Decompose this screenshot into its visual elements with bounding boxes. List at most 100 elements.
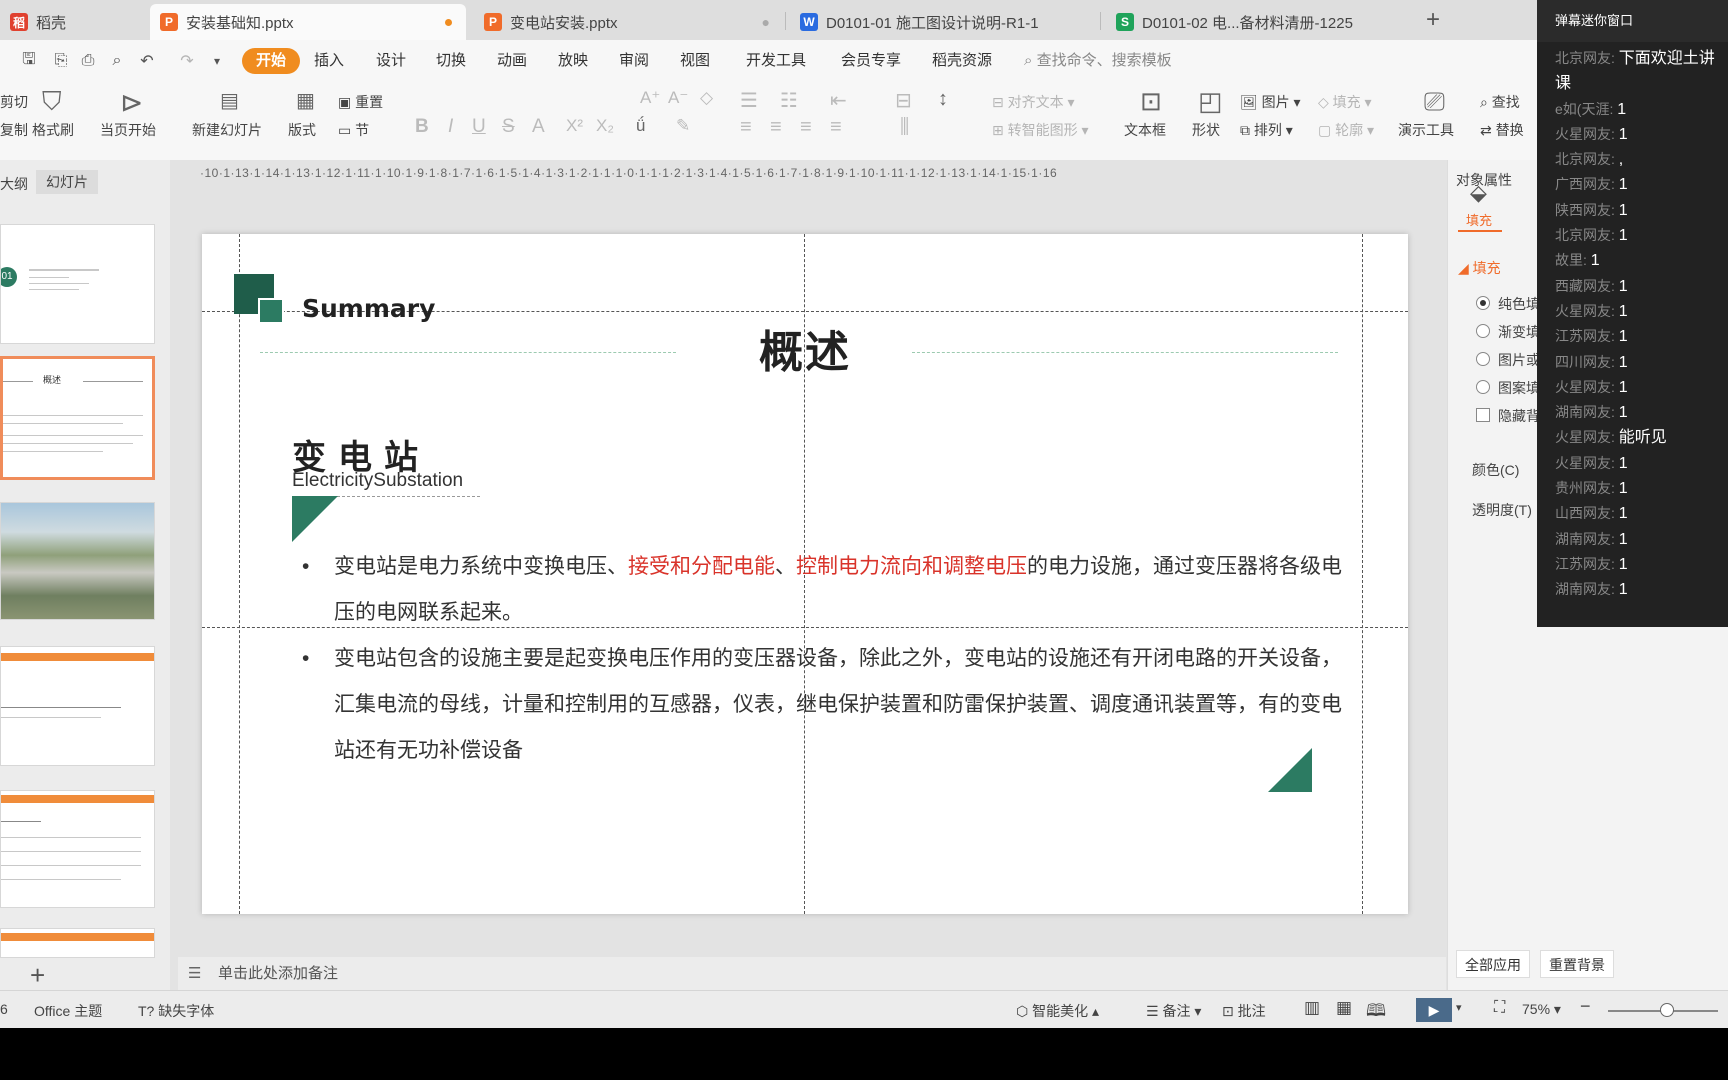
slide-thumbnail-2[interactable]: 概述 bbox=[0, 356, 155, 480]
play-current-icon[interactable]: ⊳ bbox=[120, 86, 143, 119]
columns-icon[interactable]: ⫼ bbox=[900, 116, 909, 139]
format-painter-button[interactable]: 格式刷 bbox=[32, 120, 74, 140]
menu-design[interactable]: 设计 bbox=[376, 48, 406, 74]
new-slide-icon[interactable]: ▤ bbox=[220, 88, 239, 113]
redo-icon[interactable]: ↷ bbox=[176, 50, 198, 72]
tab-close-icon[interactable]: ● bbox=[762, 14, 770, 30]
align-center-icon[interactable]: ≡ bbox=[770, 116, 782, 139]
smart-shape-button[interactable]: ⊞ 转智能图形 ▾ bbox=[992, 120, 1089, 140]
menu-developer[interactable]: 开发工具 bbox=[746, 48, 806, 74]
menu-insert[interactable]: 插入 bbox=[314, 48, 344, 74]
format-painter-icon[interactable]: ⛉ bbox=[42, 86, 62, 118]
presenter-tools-icon[interactable]: ⎚ bbox=[1424, 86, 1445, 118]
slide-title[interactable]: 概述 bbox=[202, 316, 1408, 380]
strikethrough-icon[interactable]: S bbox=[502, 116, 515, 138]
play-dropdown-icon[interactable]: ▾ bbox=[1456, 1001, 1462, 1014]
text-box-icon[interactable]: ⊡ bbox=[1140, 86, 1162, 117]
fill-button[interactable]: ◇ 填充 ▾ bbox=[1318, 92, 1372, 112]
menu-view[interactable]: 视图 bbox=[680, 48, 710, 74]
menu-animations[interactable]: 动画 bbox=[497, 48, 527, 74]
reading-view-icon[interactable]: 🕮 bbox=[1366, 998, 1386, 1027]
menu-transitions[interactable]: 切换 bbox=[436, 48, 466, 74]
tab-design-description[interactable]: W D0101-01 施工图设计说明-R1-1 bbox=[790, 4, 1100, 40]
theme-name[interactable]: Office 主题 bbox=[34, 1001, 102, 1021]
save-as-icon[interactable]: ⎘ bbox=[50, 50, 72, 72]
command-search[interactable]: ⌕ 查找命令、搜索模板 bbox=[1024, 48, 1172, 74]
new-slide-button[interactable]: 新建幻灯片 bbox=[192, 120, 262, 140]
presenter-tools-button[interactable]: 演示工具 bbox=[1398, 120, 1454, 140]
danmaku-header[interactable]: 弹幕迷你窗口 bbox=[1537, 0, 1728, 42]
horizontal-ruler[interactable]: ·10·1·13·1·14·1·13·1·12·1·11·1·10·1·9·1·… bbox=[200, 160, 1380, 186]
line-spacing-icon[interactable]: ↕ bbox=[938, 88, 948, 111]
notes-toggle-button[interactable]: ☰ 备注 ▾ bbox=[1146, 1001, 1201, 1021]
print-icon[interactable]: ⎙ bbox=[77, 50, 99, 72]
outline-button[interactable]: ▢ 轮廓 ▾ bbox=[1318, 120, 1374, 140]
align-right-icon[interactable]: ≡ bbox=[800, 116, 812, 139]
apply-all-button[interactable]: 全部应用 bbox=[1456, 950, 1530, 978]
fit-window-icon[interactable]: ⛶ bbox=[1494, 999, 1505, 1017]
tab-home-docer[interactable]: 稻 稻壳 bbox=[0, 4, 150, 40]
add-slide-plus-icon[interactable]: + bbox=[30, 960, 45, 991]
indent-icon[interactable]: ⇤ bbox=[830, 88, 847, 113]
subtitle-en[interactable]: ElectricitySubstation bbox=[292, 470, 463, 492]
danmaku-mini-window[interactable]: 弹幕迷你窗口 北京网友: 下面欢迎土讲 课 e如(天涯: 1 火星网友: 1 北京网友… bbox=[1537, 0, 1728, 627]
radio-picture-fill[interactable] bbox=[1476, 352, 1490, 366]
menu-home[interactable]: 开始 bbox=[242, 48, 301, 74]
play-slideshow-button[interactable]: ▶ bbox=[1416, 998, 1452, 1022]
fill-bucket-icon[interactable]: ⬙ bbox=[1470, 180, 1487, 206]
comments-button[interactable]: ⊡ 批注 bbox=[1222, 1001, 1266, 1021]
menu-slideshow[interactable]: 放映 bbox=[558, 48, 588, 74]
reset-button[interactable]: ▣ 重置 bbox=[338, 92, 383, 112]
slide-canvas[interactable]: Summary 概述 变电站 ElectricitySubstation • 变… bbox=[202, 234, 1408, 914]
italic-icon[interactable]: I bbox=[448, 116, 453, 138]
phonetic-icon[interactable]: ǘ bbox=[636, 116, 645, 136]
print-preview-icon[interactable]: ⌕ bbox=[106, 50, 128, 72]
slide-thumbnail-5[interactable] bbox=[0, 790, 155, 908]
fill-section-header[interactable]: ◢ 填充 bbox=[1458, 258, 1501, 278]
superscript-icon[interactable]: X² bbox=[566, 116, 583, 136]
radio-pattern-fill[interactable] bbox=[1476, 380, 1490, 394]
normal-view-icon[interactable]: ▥ bbox=[1304, 998, 1320, 1018]
play-from-current-button[interactable]: 当页开始 bbox=[100, 120, 156, 140]
save-icon[interactable]: 🖫 bbox=[18, 50, 40, 72]
text-direction-icon[interactable]: ⊟ bbox=[895, 88, 912, 113]
menu-docer-resources[interactable]: 稻壳资源 bbox=[932, 48, 992, 74]
align-text-button[interactable]: ⊟ 对齐文本 ▾ bbox=[992, 92, 1075, 112]
tab-substation-install[interactable]: P 变电站安装.pptx ● bbox=[474, 4, 784, 40]
new-tab-plus-icon[interactable]: + bbox=[1426, 6, 1440, 34]
slide-thumbnail-4[interactable] bbox=[0, 646, 155, 766]
zoom-level[interactable]: 75% ▾ bbox=[1522, 1001, 1561, 1018]
subscript-icon[interactable]: X₂ bbox=[596, 116, 614, 136]
notes-pane[interactable]: ☰ 单击此处添加备注 bbox=[178, 957, 1446, 991]
slide-thumbnail-3[interactable] bbox=[0, 502, 155, 620]
font-shrink-icon[interactable]: A⁻ bbox=[668, 88, 688, 108]
cut-button[interactable]: 剪切 bbox=[0, 92, 28, 112]
hide-bg-checkbox[interactable] bbox=[1476, 408, 1490, 422]
tab-fill[interactable]: 填充 bbox=[1466, 210, 1492, 229]
radio-solid-fill[interactable] bbox=[1476, 296, 1490, 310]
slide-thumbnail-1[interactable]: 01 bbox=[0, 224, 155, 344]
clear-format-icon[interactable]: ◇ bbox=[700, 88, 713, 108]
reset-background-button[interactable]: 重置背景 bbox=[1540, 950, 1614, 978]
font-color-icon[interactable]: A bbox=[532, 116, 545, 138]
find-button[interactable]: ⌕ 查找 bbox=[1480, 92, 1520, 112]
numbering-icon[interactable]: ☷ bbox=[780, 88, 798, 113]
section-button[interactable]: ▭ 节 bbox=[338, 120, 369, 140]
tab-install-basics[interactable]: P 安装基础知.pptx bbox=[150, 4, 466, 40]
quick-access-more-icon[interactable]: ▾ bbox=[206, 50, 228, 72]
align-left-icon[interactable]: ≡ bbox=[740, 116, 752, 139]
shape-button[interactable]: 形状 bbox=[1192, 120, 1220, 140]
menu-review[interactable]: 审阅 bbox=[619, 48, 649, 74]
radio-gradient-fill[interactable] bbox=[1476, 324, 1490, 338]
layout-button[interactable]: 版式 bbox=[288, 120, 316, 140]
undo-icon[interactable]: ↶ bbox=[136, 50, 158, 72]
copy-button[interactable]: 复制 bbox=[0, 120, 28, 140]
zoom-slider-handle[interactable] bbox=[1660, 1003, 1674, 1017]
justify-icon[interactable]: ≡ bbox=[830, 116, 842, 139]
picture-button[interactable]: 🖼 图片 ▾ bbox=[1240, 92, 1301, 112]
menu-member[interactable]: 会员专享 bbox=[841, 48, 901, 74]
body-text[interactable]: • 变电站是电力系统中变换电压、接受和分配电能、控制电力流向和调整电压的电力设施… bbox=[292, 544, 1342, 774]
bullets-icon[interactable]: ☰ bbox=[740, 88, 758, 113]
tab-outline[interactable]: 大纲 bbox=[0, 174, 28, 194]
font-grow-icon[interactable]: A⁺ bbox=[640, 88, 660, 108]
